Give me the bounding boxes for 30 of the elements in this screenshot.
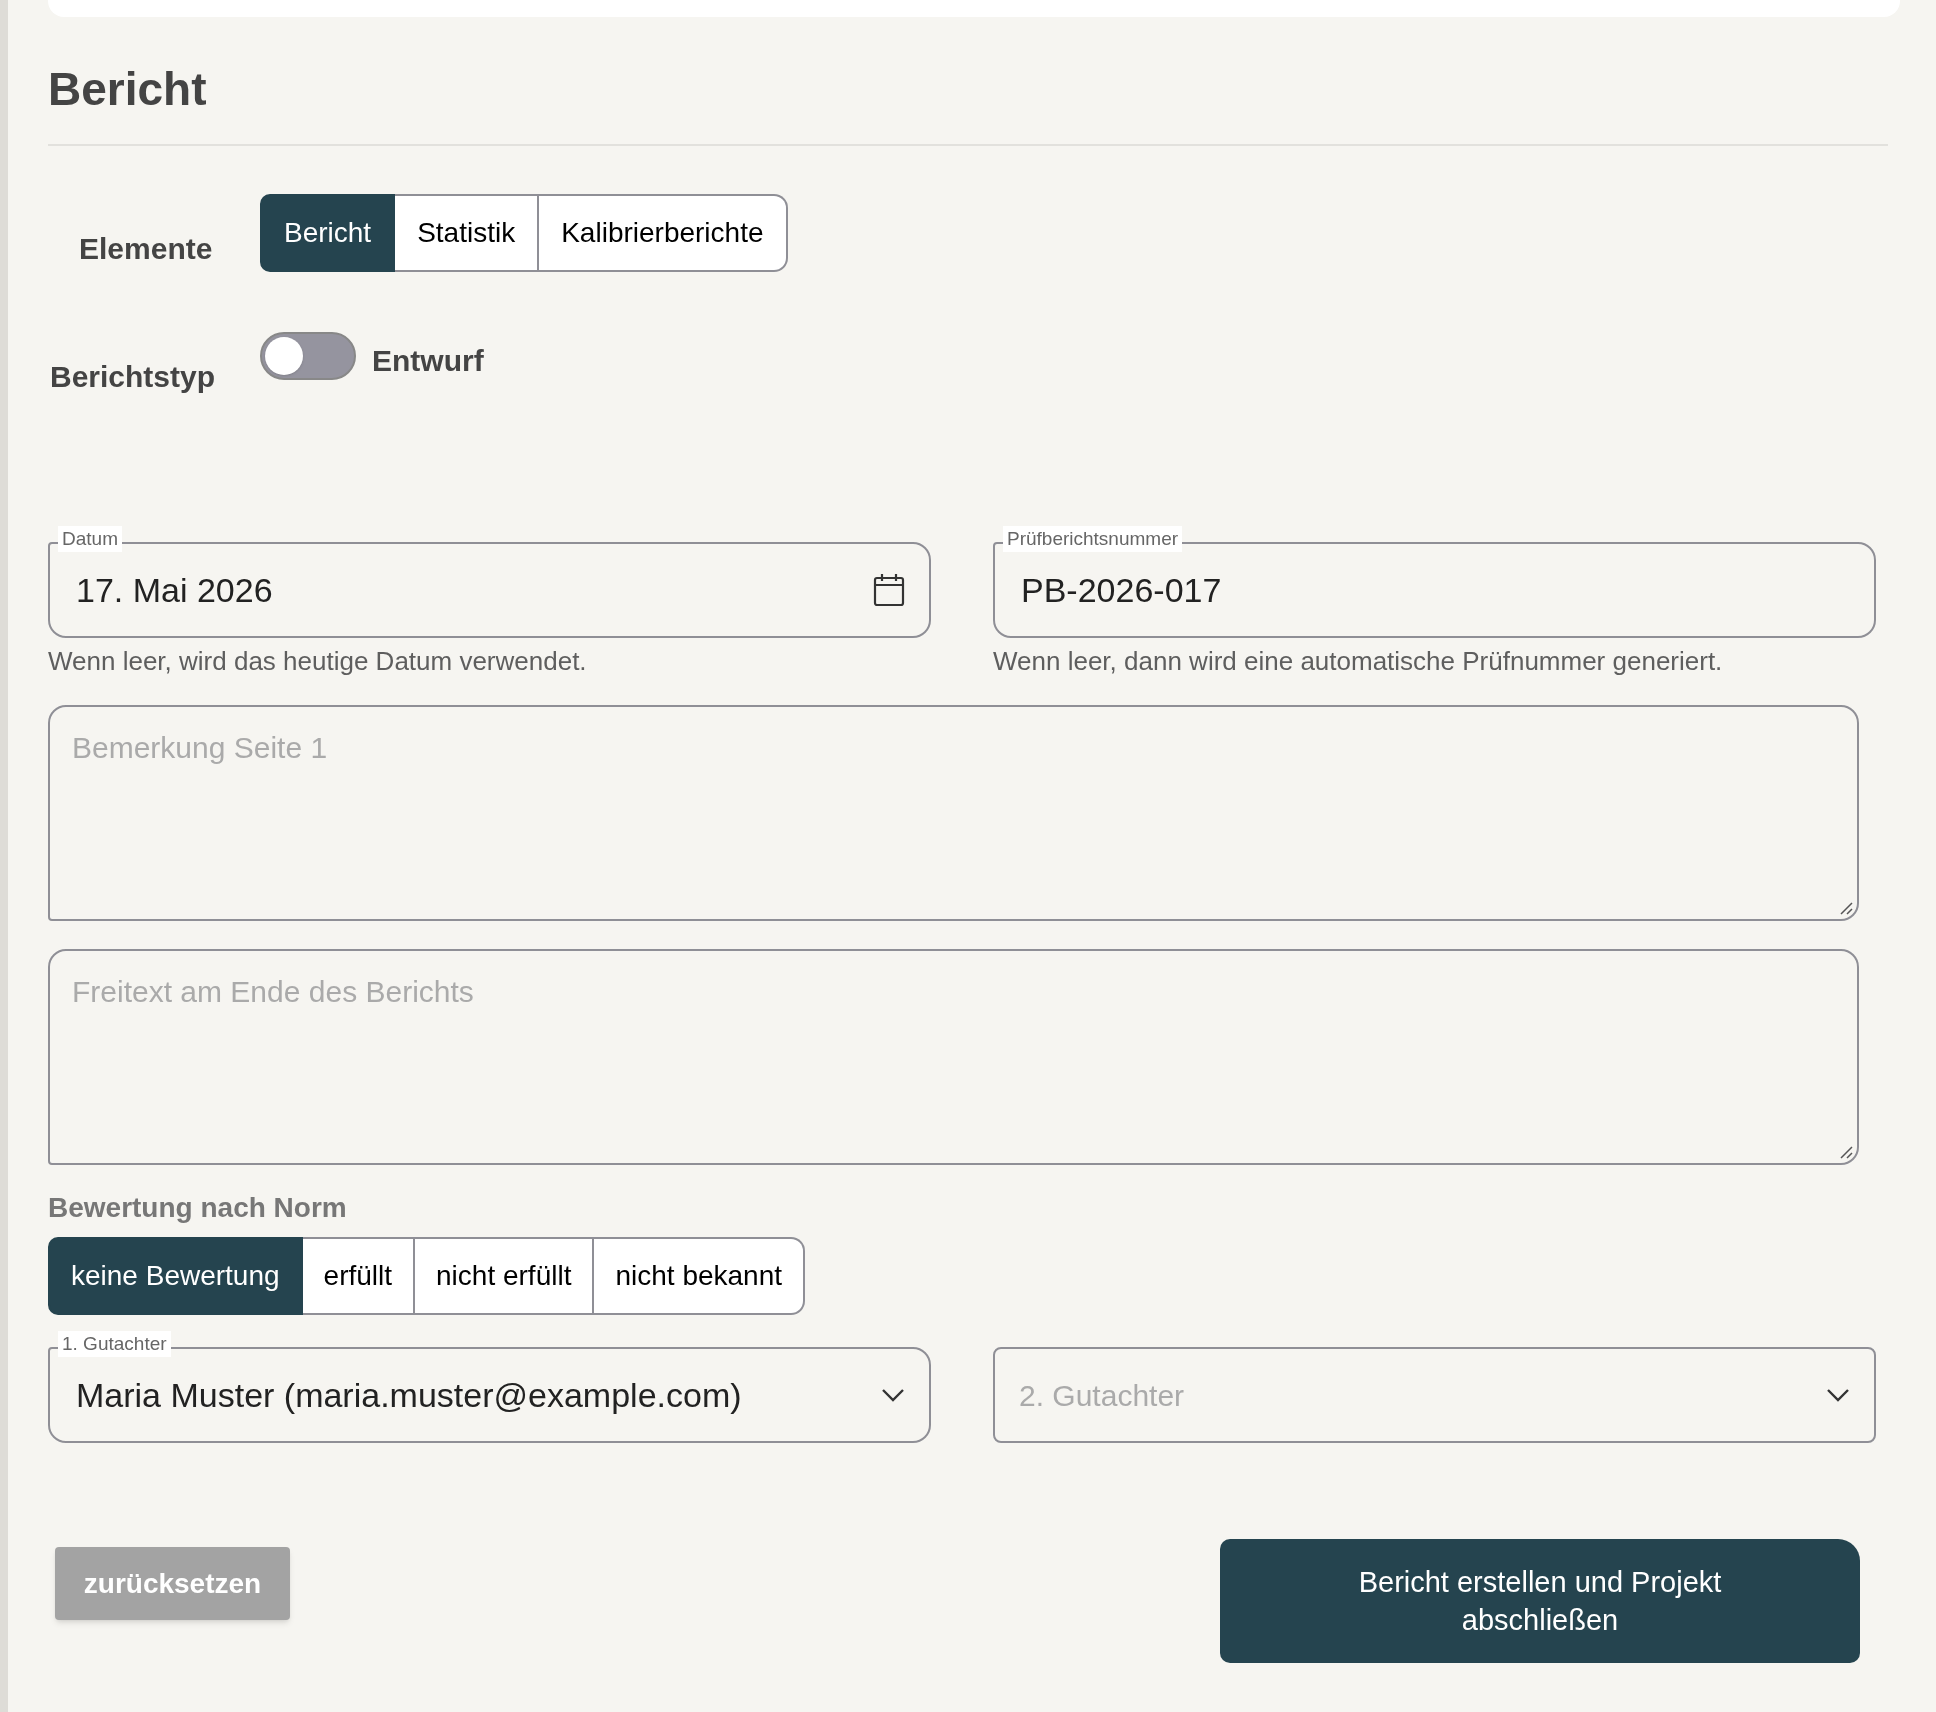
helper-text: Wenn leer, wird das heutige Datum verwendet. bbox=[48, 645, 588, 678]
chevron-down-icon[interactable] bbox=[1826, 1388, 1850, 1402]
field-value: PB-2026-017 bbox=[1021, 569, 1223, 611]
group-label: Bewertung nach Norm bbox=[48, 1191, 348, 1225]
field-label: Prüfberichtsnummer bbox=[1003, 526, 1183, 552]
field-value: Maria Muster (maria.muster@example.com) bbox=[76, 1374, 743, 1416]
segment-option[interactable]: keine Bewertung bbox=[48, 1237, 303, 1315]
segment-option[interactable]: erfüllt bbox=[302, 1237, 416, 1315]
segment-option[interactable]: Statistik bbox=[395, 194, 540, 272]
calendar-icon[interactable] bbox=[873, 573, 905, 607]
field-label: 1. Gutachter bbox=[58, 1331, 171, 1357]
field-value: 17. Mai 2026 bbox=[76, 569, 274, 611]
field-label: Elemente bbox=[78, 230, 214, 267]
placeholder-text: 2. Gutachter bbox=[1019, 1377, 1186, 1414]
field-label: Datum bbox=[58, 526, 122, 552]
resize-handle-icon[interactable] bbox=[1839, 1145, 1853, 1159]
segment-option[interactable]: nicht erfüllt bbox=[415, 1237, 595, 1315]
submit-button[interactable]: Bericht erstellen und Projekt abschließen bbox=[1220, 1539, 1860, 1663]
placeholder-text: Freitext am Ende des Berichts bbox=[72, 975, 474, 1008]
section-title: Bericht bbox=[48, 62, 208, 117]
chevron-down-icon[interactable] bbox=[881, 1388, 905, 1402]
field-label: Berichtstyp bbox=[49, 359, 217, 395]
toggle-switch[interactable] bbox=[260, 332, 356, 380]
segment-option[interactable]: Bericht bbox=[260, 194, 396, 272]
segment-option[interactable]: nicht bekannt bbox=[594, 1237, 806, 1315]
helper-text: Wenn leer, dann wird eine automatische Prüfnummer generiert. bbox=[993, 645, 1724, 678]
toggle-label: Entwurf bbox=[372, 343, 484, 379]
placeholder-text: Bemerkung Seite 1 bbox=[72, 731, 328, 764]
segment-option[interactable]: Kalibrierberichte bbox=[539, 194, 788, 272]
resize-handle-icon[interactable] bbox=[1839, 901, 1853, 915]
